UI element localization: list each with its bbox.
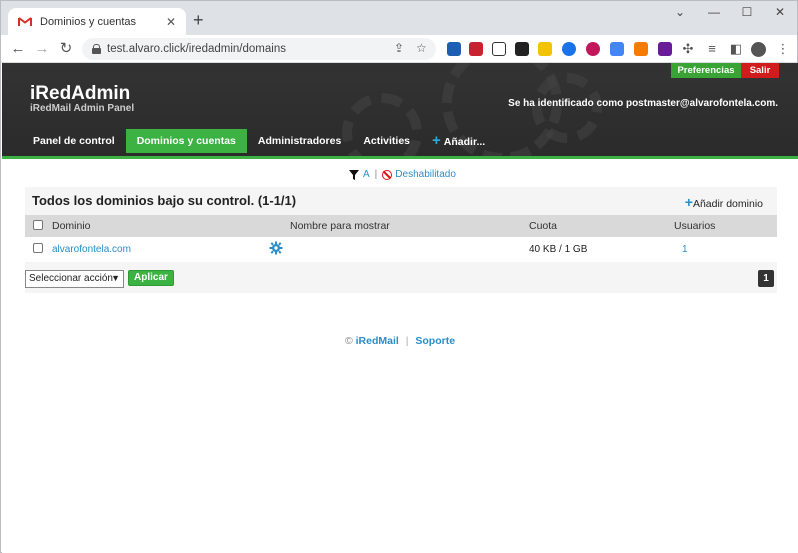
- copyright-symbol: ©: [344, 335, 353, 347]
- reload-icon[interactable]: ↻: [57, 40, 75, 58]
- panel-title: Todos los dominios bajo su control. (1-1…: [32, 193, 297, 208]
- extension-icon[interactable]: [634, 42, 648, 56]
- minimize-icon[interactable]: —: [699, 5, 729, 19]
- menu-kebab-icon[interactable]: ⋮: [774, 40, 792, 58]
- profile-avatar[interactable]: [751, 42, 766, 57]
- action-select[interactable]: Seleccionar acción ▼: [25, 270, 124, 288]
- apply-button[interactable]: Aplicar: [128, 270, 174, 286]
- filter-separator: |: [374, 169, 378, 180]
- settings-gear-icon[interactable]: [269, 241, 283, 255]
- page-footer: © iRedMail | Soporte: [2, 335, 798, 347]
- preferences-button[interactable]: Preferencias: [671, 63, 741, 78]
- nav-dashboard[interactable]: Panel de control: [22, 129, 126, 153]
- iredadmin-page: iRedAdmin iRedMail Admin Panel Preferenc…: [2, 63, 798, 553]
- extension-icon[interactable]: [658, 42, 672, 56]
- back-icon[interactable]: ←: [9, 40, 27, 58]
- col-display-name[interactable]: Nombre para mostrar: [290, 220, 390, 232]
- side-panel-icon[interactable]: ◧: [727, 40, 745, 58]
- select-all-checkbox[interactable]: [33, 220, 43, 230]
- close-window-icon[interactable]: ✕: [765, 5, 795, 19]
- maximize-icon[interactable]: ☐: [732, 5, 762, 19]
- extension-icon[interactable]: [538, 42, 552, 56]
- forward-icon[interactable]: →: [33, 40, 51, 58]
- extension-icon[interactable]: [515, 42, 529, 56]
- extension-icon[interactable]: [562, 42, 576, 56]
- plus-icon: +: [684, 194, 693, 210]
- domains-panel: Todos los dominios bajo su control. (1-1…: [25, 187, 777, 293]
- bookmark-star-icon[interactable]: ☆: [416, 41, 427, 55]
- filter-funnel-icon: [349, 169, 359, 180]
- reading-list-icon[interactable]: ≡: [703, 40, 721, 58]
- table-row: alvarofontela.com 40 KB / 1 GB 1: [25, 237, 777, 262]
- filter-letter-a[interactable]: A: [363, 169, 370, 180]
- nav-add-menu[interactable]: + Añadir...: [421, 129, 496, 153]
- col-quota[interactable]: Cuota: [529, 220, 557, 232]
- row-checkbox[interactable]: [33, 243, 43, 253]
- nav-domains-accounts[interactable]: Dominios y cuentas: [125, 129, 247, 153]
- tab-title: Dominios y cuentas: [40, 15, 136, 28]
- nav-activities[interactable]: Activities: [352, 129, 421, 153]
- domain-filter: A | Deshabilitado: [349, 169, 456, 180]
- chevron-down-icon: ▼: [111, 273, 120, 283]
- browser-window: Dominios y cuentas ✕ + ⌄ — ☐ ✕ ← → ↻ tes…: [0, 0, 798, 553]
- filter-disabled-link[interactable]: Deshabilitado: [395, 169, 456, 180]
- url-text: test.alvaro.click/iredadmin/domains: [107, 43, 286, 55]
- browser-toolbar: ← → ↻ test.alvaro.click/iredadmin/domain…: [1, 35, 797, 63]
- disabled-ban-icon: [382, 169, 393, 180]
- gmail-icon: [18, 16, 32, 27]
- login-info: Se ha identificado como postmaster@alvar…: [508, 98, 778, 109]
- footer-support-link[interactable]: Soporte: [415, 335, 455, 347]
- domain-link[interactable]: alvarofontela.com: [52, 244, 131, 255]
- browser-tab[interactable]: Dominios y cuentas ✕: [8, 8, 186, 35]
- extension-icon[interactable]: [610, 42, 624, 56]
- footer-iredmail-link[interactable]: iRedMail: [356, 335, 399, 347]
- table-actions: Seleccionar acción ▼ Aplicar 1: [25, 270, 777, 290]
- brand-subtitle: iRedMail Admin Panel: [30, 103, 135, 114]
- tab-strip: Dominios y cuentas ✕ + ⌄ — ☐ ✕: [1, 1, 797, 35]
- extension-icon[interactable]: [469, 42, 483, 56]
- lock-icon: [92, 44, 101, 54]
- extension-icon[interactable]: [447, 42, 461, 56]
- add-domain-label: Añadir dominio: [692, 198, 763, 210]
- add-domain-button[interactable]: +Añadir dominio: [685, 194, 763, 210]
- quota-cell: 40 KB / 1 GB: [529, 244, 588, 255]
- logout-button[interactable]: Salir: [741, 63, 779, 78]
- nav-admins[interactable]: Administradores: [247, 129, 352, 153]
- table-header: Dominio Nombre para mostrar Cuota Usuari…: [25, 215, 777, 237]
- col-domain[interactable]: Dominio: [52, 220, 91, 232]
- footer-separator: |: [405, 335, 409, 347]
- action-select-value: Seleccionar acción: [29, 273, 113, 284]
- col-users[interactable]: Usuarios: [674, 220, 715, 232]
- extension-icon[interactable]: [492, 42, 506, 56]
- extensions-puzzle-icon[interactable]: ✣: [679, 40, 697, 58]
- plus-icon: +: [432, 132, 441, 149]
- nav-add-label: Añadir...: [443, 136, 486, 148]
- pagination-current-page[interactable]: 1: [758, 270, 774, 287]
- close-tab-icon[interactable]: ✕: [164, 15, 178, 29]
- extension-icon[interactable]: [586, 42, 600, 56]
- main-nav: Panel de control Dominios y cuentas Admi…: [22, 129, 496, 153]
- users-count-link[interactable]: 1: [682, 244, 688, 255]
- app-header: iRedAdmin iRedMail Admin Panel Preferenc…: [2, 63, 798, 156]
- new-tab-icon[interactable]: +: [193, 11, 204, 29]
- brand-title: iRedAdmin: [30, 83, 131, 104]
- address-bar[interactable]: test.alvaro.click/iredadmin/domains ⇪ ☆: [82, 38, 436, 60]
- tab-search-icon[interactable]: ⌄: [665, 5, 695, 19]
- header-divider: [2, 156, 798, 159]
- share-icon[interactable]: ⇪: [394, 41, 404, 55]
